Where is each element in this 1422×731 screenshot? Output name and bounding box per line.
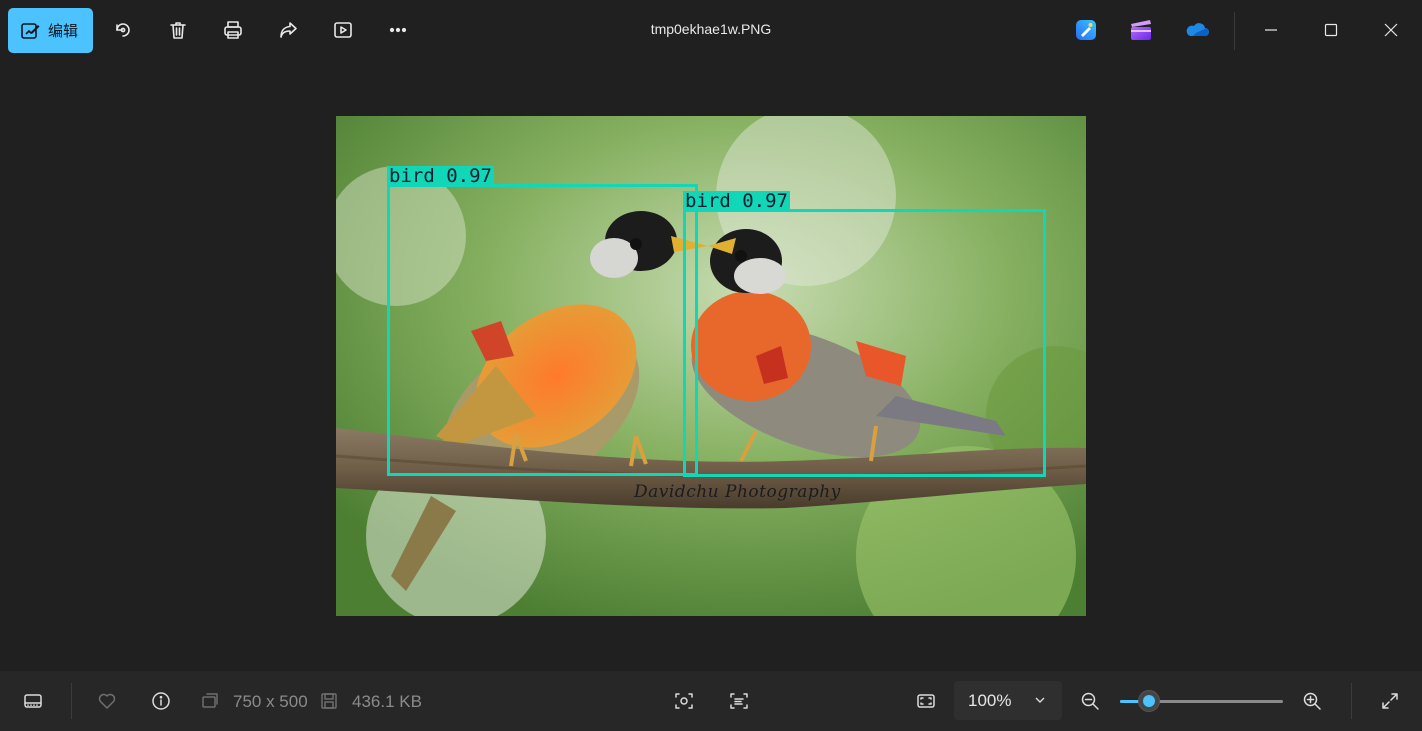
detection-label-1: bird 0.97 <box>387 165 494 187</box>
delete-button[interactable] <box>160 12 196 48</box>
slideshow-icon <box>334 22 352 38</box>
zoom-level-dropdown[interactable]: 100% <box>954 681 1062 720</box>
onedrive-icon[interactable] <box>1184 18 1210 42</box>
rotate-button[interactable] <box>105 12 141 48</box>
dimensions-icon <box>199 689 221 713</box>
file-size: 436.1 KB <box>352 692 422 711</box>
print-icon <box>224 21 242 39</box>
toolbar-divider <box>1234 12 1235 50</box>
photo-watermark: Davidchu Photography <box>634 482 841 502</box>
detection-label-2: bird 0.97 <box>683 190 790 212</box>
filmstrip-button[interactable] <box>21 689 45 713</box>
close-button[interactable] <box>1368 12 1414 48</box>
text-scan-icon <box>730 693 748 709</box>
fullscreen-button[interactable] <box>1378 689 1402 713</box>
zoom-slider[interactable] <box>1120 690 1283 712</box>
clipchamp-icon[interactable] <box>1129 18 1153 42</box>
designer-icon[interactable] <box>1074 18 1098 42</box>
maximize-button[interactable] <box>1308 12 1354 48</box>
share-button[interactable] <box>270 12 306 48</box>
edit-button[interactable]: 编辑 <box>8 8 93 53</box>
close-icon <box>1384 23 1398 37</box>
top-toolbar: 编辑 tmp0ekhae1w.PNG <box>0 0 1422 60</box>
zoom-out-icon <box>1081 692 1099 710</box>
fit-to-window-button[interactable] <box>914 689 938 713</box>
zoom-level-value: 100% <box>968 690 1012 710</box>
zoom-slider-thumb[interactable] <box>1138 690 1160 712</box>
print-button[interactable] <box>215 12 251 48</box>
bottom-divider-2 <box>1351 683 1352 719</box>
minimize-button[interactable] <box>1248 12 1294 48</box>
detection-box-2 <box>683 209 1046 477</box>
fit-window-icon <box>917 694 935 708</box>
visual-search-button[interactable] <box>672 689 696 713</box>
zoom-out-button[interactable] <box>1078 689 1102 713</box>
edit-button-label: 编辑 <box>48 23 79 40</box>
heart-icon <box>98 693 116 709</box>
text-scan-button[interactable] <box>727 689 751 713</box>
rotate-icon <box>116 23 130 37</box>
bottom-divider-1 <box>71 683 72 719</box>
maximize-icon <box>1324 23 1338 37</box>
slideshow-button[interactable] <box>325 12 361 48</box>
info-icon <box>152 692 170 710</box>
file-size-icon <box>318 689 340 713</box>
image-dimensions: 750 x 500 <box>233 692 308 711</box>
share-icon <box>280 22 297 38</box>
favorite-button[interactable] <box>95 689 119 713</box>
minimize-icon <box>1265 29 1277 31</box>
detection-box-1 <box>387 184 698 476</box>
image-canvas[interactable]: bird 0.97 bird 0.97 Davidchu Photography <box>336 116 1086 616</box>
more-button[interactable] <box>380 12 416 48</box>
edit-image-icon <box>21 22 40 39</box>
file-info-button[interactable] <box>149 689 173 713</box>
zoom-in-icon <box>1303 692 1321 710</box>
chevron-down-icon <box>1035 697 1045 703</box>
more-icon <box>389 27 407 33</box>
fullscreen-icon <box>1382 693 1398 709</box>
zoom-in-button[interactable] <box>1300 689 1324 713</box>
delete-icon <box>170 22 186 39</box>
visual-search-icon <box>675 693 693 709</box>
filmstrip-icon <box>24 694 42 708</box>
bottom-toolbar: 750 x 500 436.1 KB 100% <box>0 671 1422 731</box>
